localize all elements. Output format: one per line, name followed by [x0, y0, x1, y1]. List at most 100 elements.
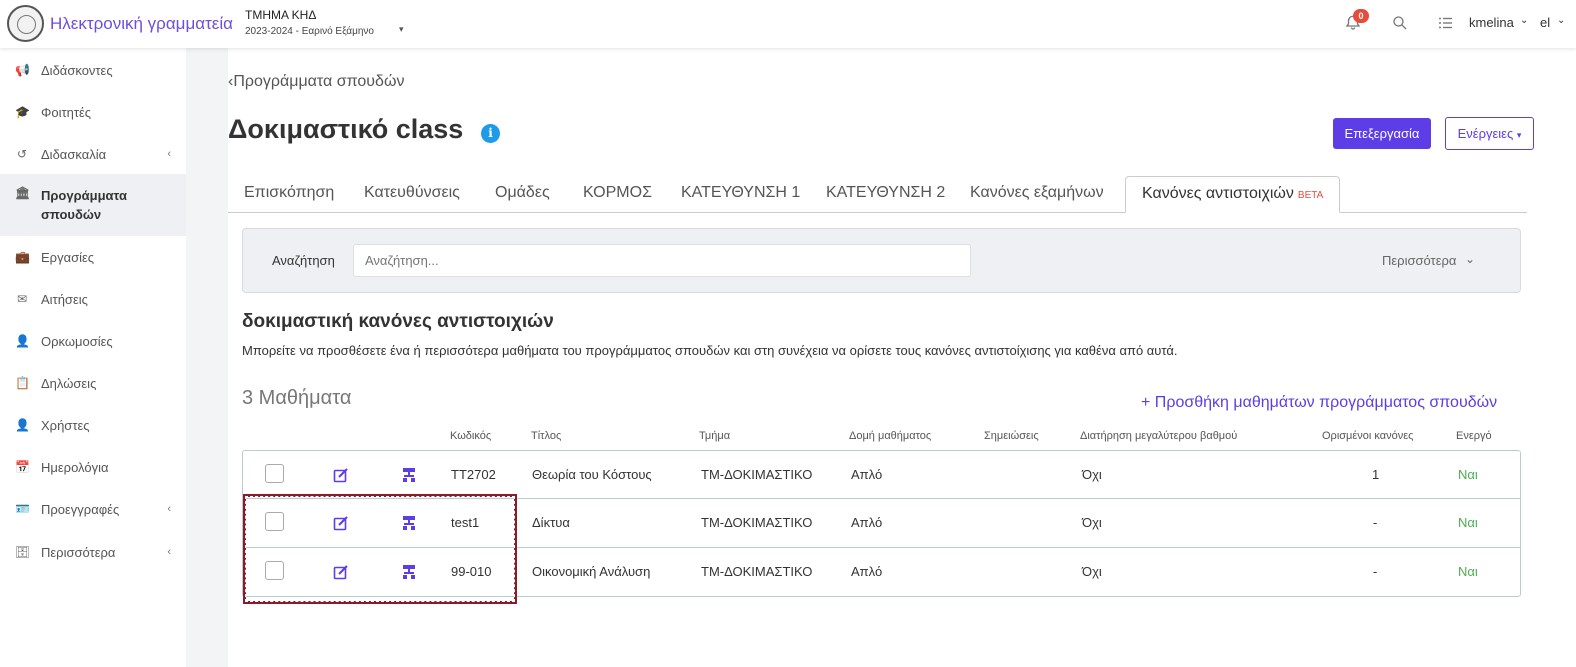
actions-dropdown-button[interactable]: Ενέργειες ▾ [1445, 117, 1534, 150]
sidebar-item-label: Προγράμματα σπουδών [41, 188, 127, 222]
sidebar-item-calendars[interactable]: 📅 Ημερολόγια [0, 447, 186, 487]
courses-count: 3 Μαθήματα [242, 387, 352, 409]
sidebar-item-instructors[interactable]: 📢 Διδάσκοντες [0, 50, 186, 90]
active-status: Ναι [1458, 515, 1478, 530]
tab-groups[interactable]: Ομάδες [479, 176, 566, 213]
more-filters-link[interactable]: Περισσότερα [1382, 253, 1456, 268]
sidebar-item-label: Διδάσκοντες [41, 62, 113, 78]
app-title[interactable]: Ηλεκτρονική γραμματεία [50, 14, 233, 34]
sidebar-item-label: Δηλώσεις [41, 375, 97, 391]
tab-equivalence-rules[interactable]: Κανόνες αντιστοιχιών BETA [1125, 176, 1341, 213]
column-header-keep-highest[interactable]: Διατήρηση μεγαλύτερου βαθμού [1080, 430, 1237, 442]
notification-badge: 0 [1353, 9, 1369, 23]
column-header-active[interactable]: Ενεργό [1456, 430, 1492, 442]
tab-direction-2[interactable]: ΚΑΤΕΥΘΥΝΣΗ 2 [810, 176, 961, 213]
chevron-down-icon[interactable]: ⌄ [1557, 15, 1565, 26]
tab-core[interactable]: ΚΟΡΜΟΣ [567, 176, 668, 213]
course-code: TT2702 [451, 467, 496, 482]
chevron-left-icon: ‹ [167, 546, 171, 558]
column-header-title[interactable]: Τίτλος [531, 430, 561, 442]
edit-icon[interactable] [333, 467, 349, 483]
course-title: Θεωρία του Κόστους [532, 467, 652, 482]
envelope-icon: ✉ [16, 292, 28, 306]
column-header-rules[interactable]: Ορισμένοι κανόνες [1322, 430, 1413, 442]
caret-down-icon[interactable]: ▾ [399, 24, 404, 35]
course-structure: Απλό [851, 467, 883, 482]
sitemap-icon[interactable] [401, 467, 417, 483]
course-structure: Απλό [851, 564, 883, 579]
tab-label: ΚΟΡΜΟΣ [583, 184, 652, 201]
course-department: ΤΜ-ΔΟΚΙΜΑΣΤΙΚΟ [701, 564, 813, 579]
add-courses-link[interactable]: + Προσθήκη μαθημάτων προγράμματος σπουδώ… [1141, 394, 1497, 412]
actions-button-label: Ενέργειες [1457, 126, 1514, 141]
row-checkbox[interactable] [265, 464, 284, 483]
sidebar-item-label: Αιτήσεις [41, 291, 88, 307]
top-bar: Ηλεκτρονική γραμματεία ΤΜΗΜΑ ΚΗΔ 2023-20… [0, 0, 1576, 48]
tab-semester-rules[interactable]: Κανόνες εξαμήνων [954, 176, 1120, 213]
tab-label: ΚΑΤΕΥΘΥΝΣΗ 1 [681, 184, 801, 201]
column-header-structure[interactable]: Δομή μαθήματος [849, 430, 931, 442]
back-link-label: Προγράμματα σπουδών [233, 73, 405, 90]
tab-overview[interactable]: Επισκόπηση [228, 176, 350, 213]
rules-count: - [1373, 564, 1378, 579]
sidebar-item-study-programs[interactable]: 🏛 Προγράμματα σπουδών [0, 174, 186, 236]
sidebar-item-label: Περισσότερα [41, 544, 116, 560]
institution-icon: 🏛 [15, 186, 31, 200]
course-structure: Απλό [851, 515, 883, 530]
sidebar-item-assignments[interactable]: 💼 Εργασίες [0, 237, 186, 277]
section-title: δοκιμαστική κανόνες αντιστοιχιών [242, 311, 554, 332]
sidebar-item-users[interactable]: 👤 Χρήστες [0, 405, 186, 445]
tab-label: Επισκόπηση [244, 184, 335, 201]
search-icon[interactable] [1391, 14, 1409, 32]
sidebar-item-teaching[interactable]: ↺ Διδασκαλία ‹ [0, 134, 186, 174]
course-department: ΤΜ-ΔΟΚΙΜΑΣΤΙΚΟ [701, 515, 813, 530]
sidebar-item-label: Εργασίες [41, 249, 95, 265]
info-icon[interactable]: i [481, 124, 500, 143]
sidebar-item-label: Προεγγραφές [41, 501, 120, 517]
course-title: Οικονομική Ανάλυση [532, 564, 651, 579]
language-selector[interactable]: el [1540, 15, 1550, 30]
column-header-code[interactable]: Κωδικός [450, 430, 491, 442]
department-name[interactable]: ΤΜΗΜΑ ΚΗΔ [245, 8, 316, 22]
active-status: Ναι [1458, 467, 1478, 482]
edit-button[interactable]: Επεξεργασία [1333, 118, 1431, 149]
sidebar-item-graduations[interactable]: 👤 Ορκωμοσίες [0, 321, 186, 361]
column-header-notes[interactable]: Σημειώσεις [984, 430, 1039, 442]
keep-highest-value: Όχι [1082, 515, 1102, 530]
user-menu[interactable]: kmelina [1469, 15, 1514, 30]
sidebar-item-preregistrations[interactable]: 🪪 Προεγγραφές ‹ [0, 489, 186, 529]
search-input[interactable] [353, 244, 971, 277]
list-icon[interactable] [1437, 14, 1455, 32]
sidebar-item-registrations[interactable]: 📋 Δηλώσεις [0, 363, 186, 403]
tab-label: Κανόνες εξαμήνων [970, 184, 1104, 201]
archive-icon: 🗄 [15, 545, 31, 559]
graduation-cap-icon: 🎓 [15, 105, 30, 119]
keep-highest-value: Όχι [1082, 564, 1102, 579]
user-icon: 👤 [15, 418, 30, 432]
chevron-down-icon[interactable]: ⌄ [1520, 15, 1528, 26]
tab-label: Κατευθύνσεις [364, 184, 460, 201]
chevron-down-icon[interactable]: ⌄ [1465, 252, 1475, 266]
sidebar-item-label: Φοιτητές [41, 104, 92, 120]
rules-count: - [1373, 515, 1378, 530]
active-status: Ναι [1458, 564, 1478, 579]
tab-direction-1[interactable]: ΚΑΤΕΥΘΥΝΣΗ 1 [665, 176, 816, 213]
tab-label: Ομάδες [495, 184, 550, 201]
keep-highest-value: Όχι [1082, 467, 1102, 482]
clipboard-icon: 📋 [15, 376, 30, 390]
university-logo[interactable] [7, 5, 44, 42]
back-link[interactable]: ‹Προγράμματα σπουδών [228, 73, 404, 91]
sidebar-item-students[interactable]: 🎓 Φοιτητές [0, 92, 186, 132]
sidebar-item-more[interactable]: 🗄 Περισσότερα ‹ [0, 532, 186, 572]
history-icon: ↺ [16, 147, 28, 161]
briefcase-icon: 💼 [15, 250, 30, 264]
column-header-department[interactable]: Τμήμα [699, 430, 730, 442]
caret-down-icon: ▾ [1516, 130, 1522, 140]
tab-label: Κανόνες αντιστοιχιών [1142, 185, 1294, 202]
tab-directions[interactable]: Κατευθύνσεις [348, 176, 476, 213]
sidebar-item-label: Ημερολόγια [41, 459, 109, 475]
sidebar-item-label: Διδασκαλία [41, 146, 107, 162]
period-selector[interactable]: 2023-2024 - Εαρινό Εξάμηνο [245, 26, 374, 37]
user-graduate-icon: 👤 [15, 334, 30, 348]
sidebar-item-requests[interactable]: ✉ Αιτήσεις [0, 279, 186, 319]
